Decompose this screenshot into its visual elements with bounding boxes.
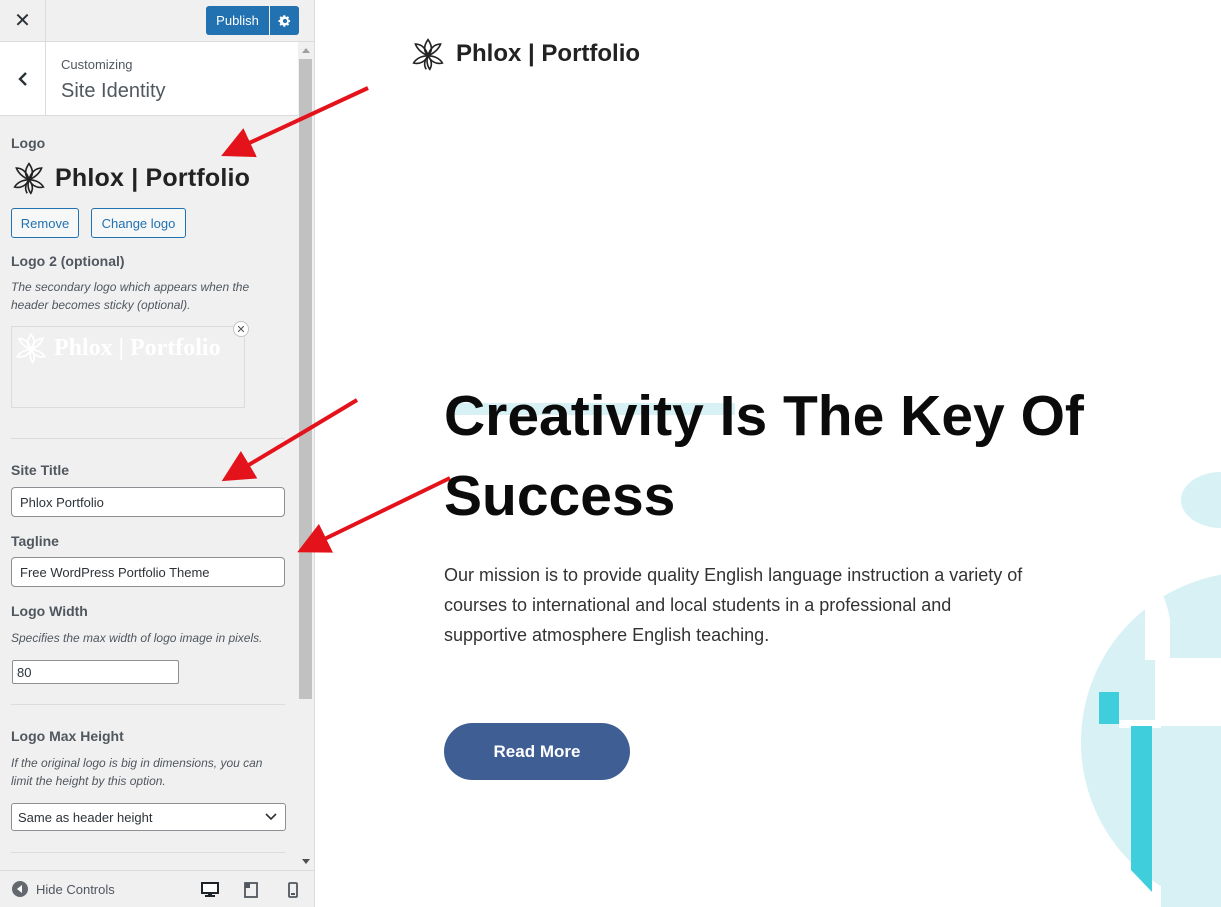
scroll-down-arrow[interactable] xyxy=(298,854,314,870)
preview-desktop-button[interactable] xyxy=(199,879,221,901)
logo2-description: The secondary logo which appears when th… xyxy=(11,280,250,312)
hero-title: Creativity Is The Key Of Success xyxy=(444,384,1084,528)
back-button[interactable] xyxy=(0,42,46,115)
customizing-label: Customizing xyxy=(61,57,133,72)
section-title: Site Identity xyxy=(61,80,166,102)
customizer-header: ✕ Publish xyxy=(0,0,314,42)
mobile-icon xyxy=(288,882,298,898)
close-customizer-button[interactable]: ✕ xyxy=(0,0,46,41)
triangle-up-icon xyxy=(302,48,310,53)
logo-max-height-description: If the original logo is big in dimension… xyxy=(11,756,263,788)
site-title-input[interactable]: Phlox Portfolio xyxy=(11,487,285,517)
logo2-label: Logo 2 (optional) xyxy=(11,253,125,269)
triangle-down-icon xyxy=(302,859,310,864)
divider xyxy=(11,438,285,439)
chevron-down-icon xyxy=(265,813,277,821)
read-more-button[interactable]: Read More xyxy=(444,723,630,780)
publish-button[interactable]: Publish xyxy=(206,6,269,35)
preview-tablet-button[interactable] xyxy=(240,879,262,901)
preview-mobile-button[interactable] xyxy=(282,879,304,901)
logo-width-label: Logo Width xyxy=(11,603,88,619)
divider xyxy=(11,852,285,853)
logo-width-input[interactable]: 80 xyxy=(12,660,179,684)
remove-logo-button[interactable]: Remove xyxy=(11,208,79,238)
tablet-icon xyxy=(244,882,258,898)
divider xyxy=(11,704,285,705)
tagline-label: Tagline xyxy=(11,533,59,549)
collapse-arrow-icon xyxy=(12,881,28,897)
logo-max-height-selected: Same as header height xyxy=(18,809,153,825)
site-preview: Phlox | Portfolio Creativity Is The Key … xyxy=(315,0,1221,907)
logo-preview: Phlox | Portfolio xyxy=(11,160,250,196)
tagline-input[interactable]: Free WordPress Portfolio Theme xyxy=(11,557,285,587)
scrollbar-thumb[interactable] xyxy=(299,59,312,699)
logo-width-description: Specifies the max width of logo image in… xyxy=(11,631,263,645)
change-logo-button[interactable]: Change logo xyxy=(91,208,186,238)
decorative-illustration xyxy=(1081,472,1221,907)
customizer-sidebar: ✕ Publish Customizing Site Identity Logo xyxy=(0,0,315,907)
section-header: Customizing Site Identity xyxy=(0,42,298,116)
logo-max-height-select[interactable]: Same as header height xyxy=(11,803,286,831)
logo2-preview[interactable]: Phlox | Portfolio xyxy=(11,326,245,408)
lotus-logo-icon xyxy=(412,38,444,71)
publish-settings-button[interactable] xyxy=(270,6,299,35)
gear-icon xyxy=(277,14,290,27)
logo-label: Logo xyxy=(11,135,46,151)
site-logo-text: Phlox | Portfolio xyxy=(456,40,641,67)
customizer-footer: Hide Controls xyxy=(0,870,314,907)
logo-max-height-label: Logo Max Height xyxy=(11,728,124,744)
desktop-icon xyxy=(201,882,219,897)
lotus-logo-icon xyxy=(13,162,45,195)
chevron-left-icon xyxy=(17,71,27,86)
lotus-logo-icon xyxy=(16,332,46,364)
hide-controls-button[interactable]: Hide Controls xyxy=(12,881,115,897)
remove-logo2-button[interactable]: ✕ xyxy=(233,321,249,337)
site-logo[interactable]: Phlox | Portfolio xyxy=(410,36,640,72)
logo-preview-text: Phlox | Portfolio xyxy=(55,163,251,192)
hero-body: Our mission is to provide quality Englis… xyxy=(444,565,1023,645)
logo2-preview-text: Phlox | Portfolio xyxy=(54,334,221,361)
sidebar-scrollbar[interactable] xyxy=(298,42,314,870)
hide-controls-label: Hide Controls xyxy=(36,881,115,897)
scroll-up-arrow[interactable] xyxy=(298,42,314,58)
site-title-label: Site Title xyxy=(11,462,70,478)
